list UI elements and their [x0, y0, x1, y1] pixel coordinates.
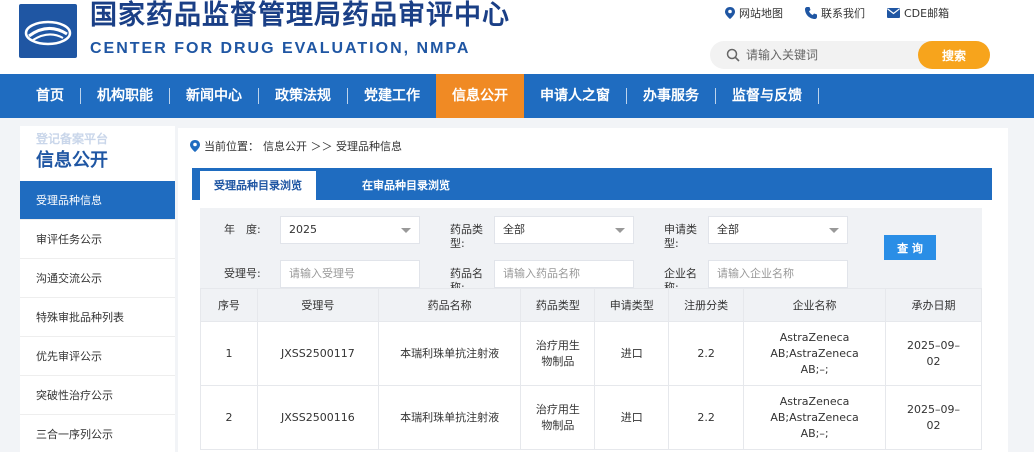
cell-accept-no: JXSS2500117: [256, 321, 379, 386]
nav-party[interactable]: 党建工作: [348, 74, 436, 118]
table-row[interactable]: 1 JXSS2500117 本瑞利珠单抗注射液 治疗用生物制品 进口 2.2 A…: [200, 321, 982, 386]
cell-reg-class: 2.2: [668, 321, 745, 386]
site-map-link[interactable]: 网站地图: [725, 5, 783, 21]
chevron-down-icon: [829, 228, 839, 233]
cell-apply-type: 进口: [594, 385, 670, 450]
sidebar-item-review-tasks[interactable]: 审评任务公示: [20, 220, 175, 259]
sidebar: 登记备案平台 信息公开 受理品种信息 审评任务公示 沟通交流公示 特殊审批品种列…: [20, 126, 175, 452]
year-select[interactable]: 2025: [280, 216, 420, 244]
sidebar-item-special-approval[interactable]: 特殊审批品种列表: [20, 298, 175, 337]
nav-functions[interactable]: 机构职能: [81, 74, 169, 118]
cell-drug-type: 治疗用生物制品: [520, 321, 596, 386]
tab-in-review-catalog[interactable]: 在审品种目录浏览: [348, 171, 464, 200]
location-pin-icon: [725, 7, 735, 19]
table-row[interactable]: 2 JXSS2500116 本瑞利珠单抗注射液 治疗用生物制品 进口 2.2 A…: [200, 385, 982, 450]
col-header-reg-class: 注册分类: [668, 288, 745, 322]
sidebar-title: 信息公开: [36, 150, 108, 171]
mail-icon: [887, 8, 900, 18]
sidebar-item-accepted-varieties[interactable]: 受理品种信息: [20, 181, 175, 220]
sidebar-item-breakthrough[interactable]: 突破性治疗公示: [20, 376, 175, 415]
results-table: 序号 受理号 药品名称 药品类型 申请类型 注册分类 企业名称 承办日期 1 J…: [200, 288, 982, 450]
cell-company: AstraZeneca AB;AstraZeneca AB;–;: [743, 385, 887, 450]
search-input[interactable]: [746, 45, 916, 65]
nav-divider: [818, 88, 819, 104]
sidebar-item-priority-review[interactable]: 优先审评公示: [20, 337, 175, 376]
drug-name-input[interactable]: 请输入药品名称: [494, 260, 634, 288]
sidebar-ghost-text: 登记备案平台: [36, 132, 109, 146]
cell-drug-name: 本瑞利珠单抗注射液: [377, 321, 522, 386]
cde-mail-label: CDE邮箱: [904, 7, 950, 20]
top-links: 网站地图 联系我们 CDE邮箱: [725, 5, 971, 21]
location-pin-icon: [190, 140, 200, 152]
search-box: 搜索: [710, 41, 990, 69]
apply-type-select[interactable]: 全部: [708, 216, 848, 244]
col-header-drug-name: 药品名称: [377, 288, 522, 322]
nav-policy[interactable]: 政策法规: [259, 74, 347, 118]
search-icon: [726, 48, 740, 62]
apply-type-select-value: 全部: [717, 223, 739, 236]
year-select-value: 2025: [289, 223, 317, 236]
table-header-row: 序号 受理号 药品名称 药品类型 申请类型 注册分类 企业名称 承办日期: [200, 288, 982, 322]
nav-home[interactable]: 首页: [20, 74, 80, 118]
cell-drug-type: 治疗用生物制品: [520, 385, 596, 450]
filter-panel: 年 度: 2025 药品类型: 全部 申请类型: 全部 查 询 受理号: 请输入…: [200, 208, 982, 294]
search-button[interactable]: 搜索: [918, 41, 990, 69]
breadcrumb-prefix: 当前位置：: [204, 140, 259, 153]
header: 国家药品监督管理局药品审评中心 CENTER FOR DRUG EVALUATI…: [0, 0, 1034, 74]
sidebar-list: 受理品种信息 审评任务公示 沟通交流公示 特殊审批品种列表 优先审评公示 突破性…: [20, 181, 175, 452]
cell-accept-no: JXSS2500116: [256, 385, 379, 450]
drug-type-label: 药品类型:: [450, 223, 483, 250]
cell-index: 2: [200, 385, 258, 450]
contact-label: 联系我们: [821, 7, 865, 20]
cell-index: 1: [200, 321, 258, 386]
chevron-down-icon: [615, 228, 625, 233]
col-header-company: 企业名称: [743, 288, 887, 322]
query-button[interactable]: 查 询: [884, 235, 936, 260]
nav-info-disclosure[interactable]: 信息公开: [436, 74, 524, 118]
drug-type-select-value: 全部: [503, 223, 525, 236]
site-title-cn: 国家药品监督管理局药品审评中心: [90, 0, 510, 31]
tab-accepted-catalog[interactable]: 受理品种目录浏览: [200, 171, 316, 200]
sidebar-item-communication[interactable]: 沟通交流公示: [20, 259, 175, 298]
col-header-accept-no: 受理号: [256, 288, 379, 322]
col-header-index: 序号: [200, 288, 258, 322]
sidebar-item-three-in-one[interactable]: 三合一序列公示: [20, 415, 175, 452]
chevron-down-icon: [401, 228, 411, 233]
col-header-apply-type: 申请类型: [594, 288, 670, 322]
col-header-drug-type: 药品类型: [520, 288, 596, 322]
year-label: 年 度:: [224, 223, 261, 236]
site-map-label: 网站地图: [739, 7, 783, 20]
drug-type-select[interactable]: 全部: [494, 216, 634, 244]
cde-logo[interactable]: [19, 4, 77, 58]
nav-applicant[interactable]: 申请人之窗: [524, 74, 626, 118]
apply-type-label: 申请类型:: [664, 223, 697, 250]
nav-services[interactable]: 办事服务: [627, 74, 715, 118]
breadcrumb-path[interactable]: 信息公开 ＞＞ 受理品种信息: [263, 138, 402, 154]
main-nav: 首页 机构职能 新闻中心 政策法规 党建工作 信息公开 申请人之窗 办事服务 监…: [0, 74, 1034, 118]
cell-reg-class: 2.2: [668, 385, 745, 450]
cell-date: 2025–09–02: [885, 385, 982, 450]
accept-no-input[interactable]: 请输入受理号: [280, 260, 420, 288]
site-title-en: CENTER FOR DRUG EVALUATION, NMPA: [90, 40, 471, 57]
phone-icon: [805, 7, 817, 19]
contact-link[interactable]: 联系我们: [805, 5, 865, 21]
cell-drug-name: 本瑞利珠单抗注射液: [377, 385, 522, 450]
cde-mail-link[interactable]: CDE邮箱: [887, 5, 949, 21]
cell-apply-type: 进口: [594, 321, 670, 386]
tab-bar: 受理品种目录浏览 在审品种目录浏览: [192, 168, 992, 200]
company-input[interactable]: 请输入企业名称: [708, 260, 848, 288]
cell-company: AstraZeneca AB;AstraZeneca AB;–;: [743, 321, 887, 386]
accept-no-label: 受理号:: [224, 267, 261, 280]
main-content: 当前位置： 信息公开 ＞＞ 受理品种信息 受理品种目录浏览 在审品种目录浏览 年…: [178, 128, 1008, 452]
breadcrumb: 当前位置： 信息公开 ＞＞ 受理品种信息: [190, 138, 402, 154]
cell-date: 2025–09–02: [885, 321, 982, 386]
nav-supervision[interactable]: 监督与反馈: [716, 74, 818, 118]
nav-news[interactable]: 新闻中心: [170, 74, 258, 118]
col-header-date: 承办日期: [885, 288, 982, 322]
